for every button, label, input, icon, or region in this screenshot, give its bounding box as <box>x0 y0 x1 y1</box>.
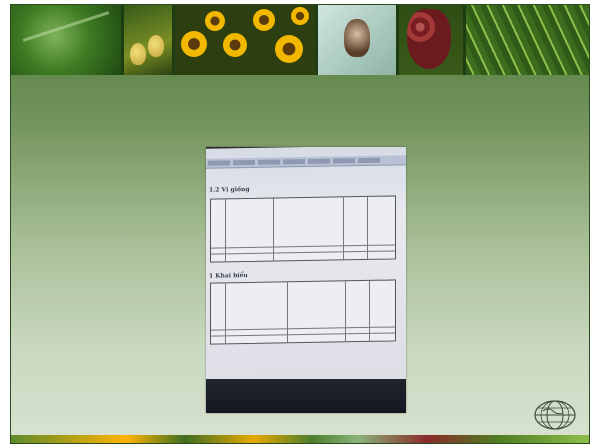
sunflower-shape <box>205 11 225 31</box>
sunflower-shape <box>275 35 303 63</box>
section-title: 1.2 Ví giống <box>209 185 250 194</box>
berries-shape <box>407 9 451 69</box>
berries-image <box>399 5 463 75</box>
sunflower-shape <box>181 31 207 57</box>
monitor-screen: 1.2 Ví giống 1 Khai biểu <box>206 147 406 384</box>
sunflower-image <box>175 5 315 75</box>
pear-shape <box>130 43 146 65</box>
globe-logo-icon <box>534 400 576 430</box>
fly-shape <box>344 19 370 57</box>
pear-shape <box>148 35 164 57</box>
sunflower-shape <box>291 7 309 25</box>
browser-tabs <box>206 155 406 169</box>
grass-image <box>466 5 589 75</box>
fly-image <box>318 5 396 75</box>
section-title: 1 Khai biểu <box>209 272 248 280</box>
document-table <box>210 195 396 263</box>
document-table <box>210 279 396 345</box>
bottom-nature-strip <box>11 435 589 443</box>
monitor-bezel <box>206 379 406 413</box>
slide-frame: 1.2 Ví giống 1 Khai biểu <box>10 4 590 444</box>
sunflower-shape <box>253 9 275 31</box>
leaf-image <box>11 5 121 75</box>
monitor-photo: 1.2 Ví giống 1 Khai biểu <box>206 147 406 413</box>
pear-image <box>124 5 172 75</box>
sunflower-shape <box>223 33 247 57</box>
nature-banner <box>11 5 589 75</box>
